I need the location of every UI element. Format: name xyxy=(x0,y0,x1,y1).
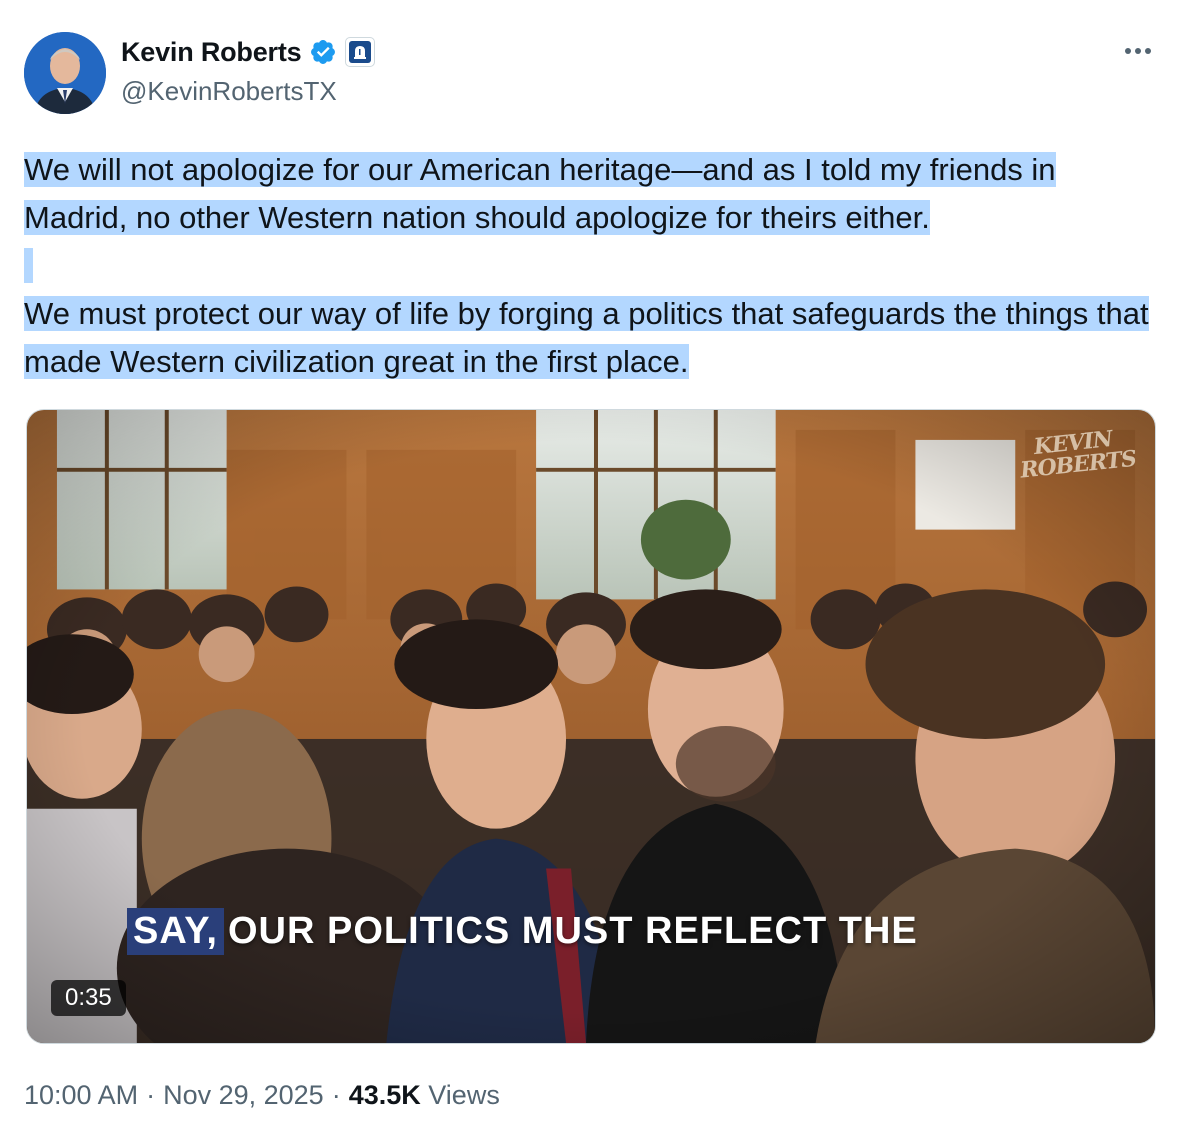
video-caption: SAY, OUR POLITICS MUST REFLECT THE xyxy=(127,908,922,955)
views-label: Views xyxy=(428,1080,500,1110)
post-paragraph-2: We must protect our way of life by forgi… xyxy=(24,296,1149,379)
post-paragraph-1: We will not apologize for our American h… xyxy=(24,152,1056,235)
author-avatar[interactable] xyxy=(24,32,106,114)
views-count: 43.5K xyxy=(348,1080,421,1110)
post-time[interactable]: 10:00 AM xyxy=(24,1080,138,1111)
post-meta: 10:00 AM · Nov 29, 2025 · 43.5K Views xyxy=(24,1080,500,1111)
verified-badge-icon[interactable] xyxy=(309,38,337,66)
caption-highlight-word: SAY, xyxy=(127,908,224,955)
dot xyxy=(1125,48,1131,54)
video-player[interactable]: KEVIN ROBERTS SAY, OUR POLITICS MUST REF… xyxy=(26,409,1156,1044)
author-name-row: Kevin Roberts xyxy=(121,34,376,70)
separator: · xyxy=(331,1080,341,1110)
caption-text: OUR POLITICS MUST REFLECT THE xyxy=(228,910,918,952)
dot xyxy=(1145,48,1151,54)
author-handle[interactable]: @KevinRobertsTX xyxy=(121,76,337,107)
post-date[interactable]: Nov 29, 2025 xyxy=(163,1080,324,1111)
more-options-icon[interactable] xyxy=(1118,36,1158,66)
video-duration-badge: 0:35 xyxy=(51,980,126,1016)
paragraph-gap xyxy=(24,248,33,283)
separator: · xyxy=(146,1080,156,1110)
video-watermark: KEVIN ROBERTS xyxy=(1017,426,1137,484)
dot xyxy=(1135,48,1141,54)
author-name[interactable]: Kevin Roberts xyxy=(121,37,302,68)
liberty-bell-icon[interactable] xyxy=(345,37,376,67)
post-text: We will not apologize for our American h… xyxy=(24,146,1164,386)
